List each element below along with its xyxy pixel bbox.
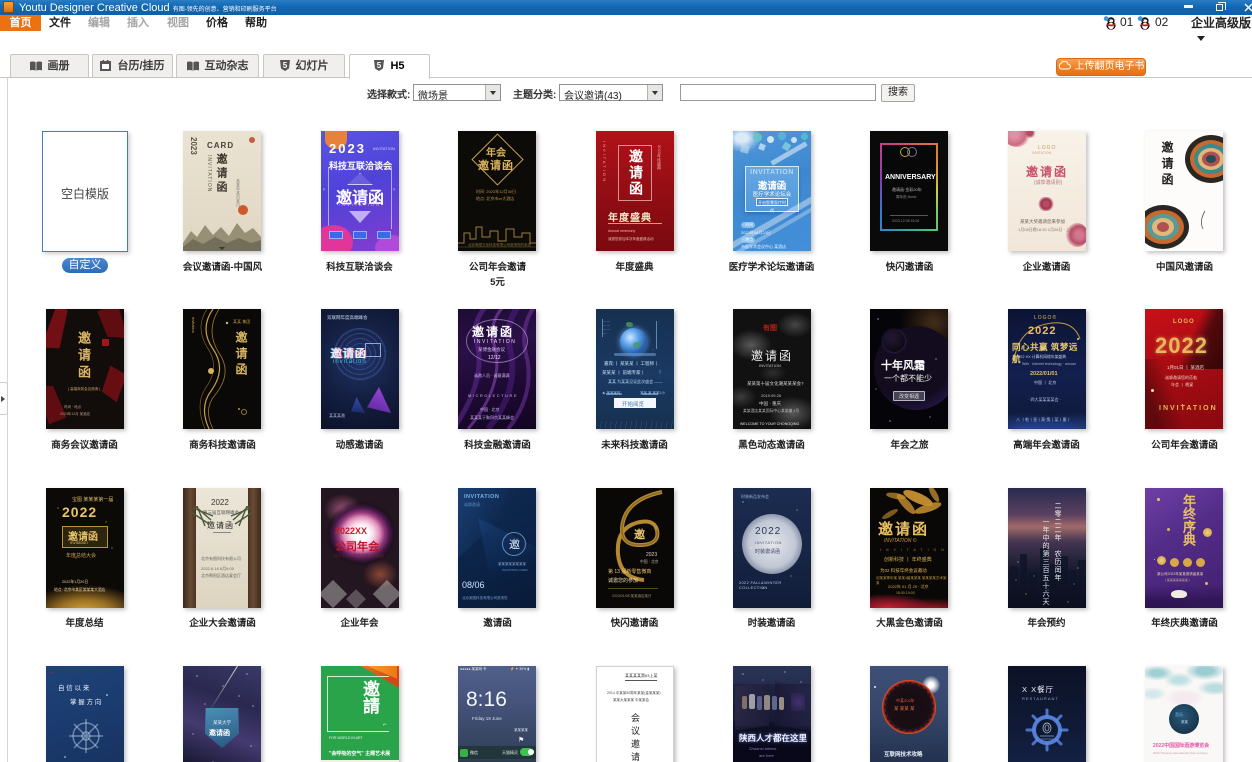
- svg-text:5: 5: [282, 61, 287, 70]
- svg-text:5: 5: [377, 61, 382, 70]
